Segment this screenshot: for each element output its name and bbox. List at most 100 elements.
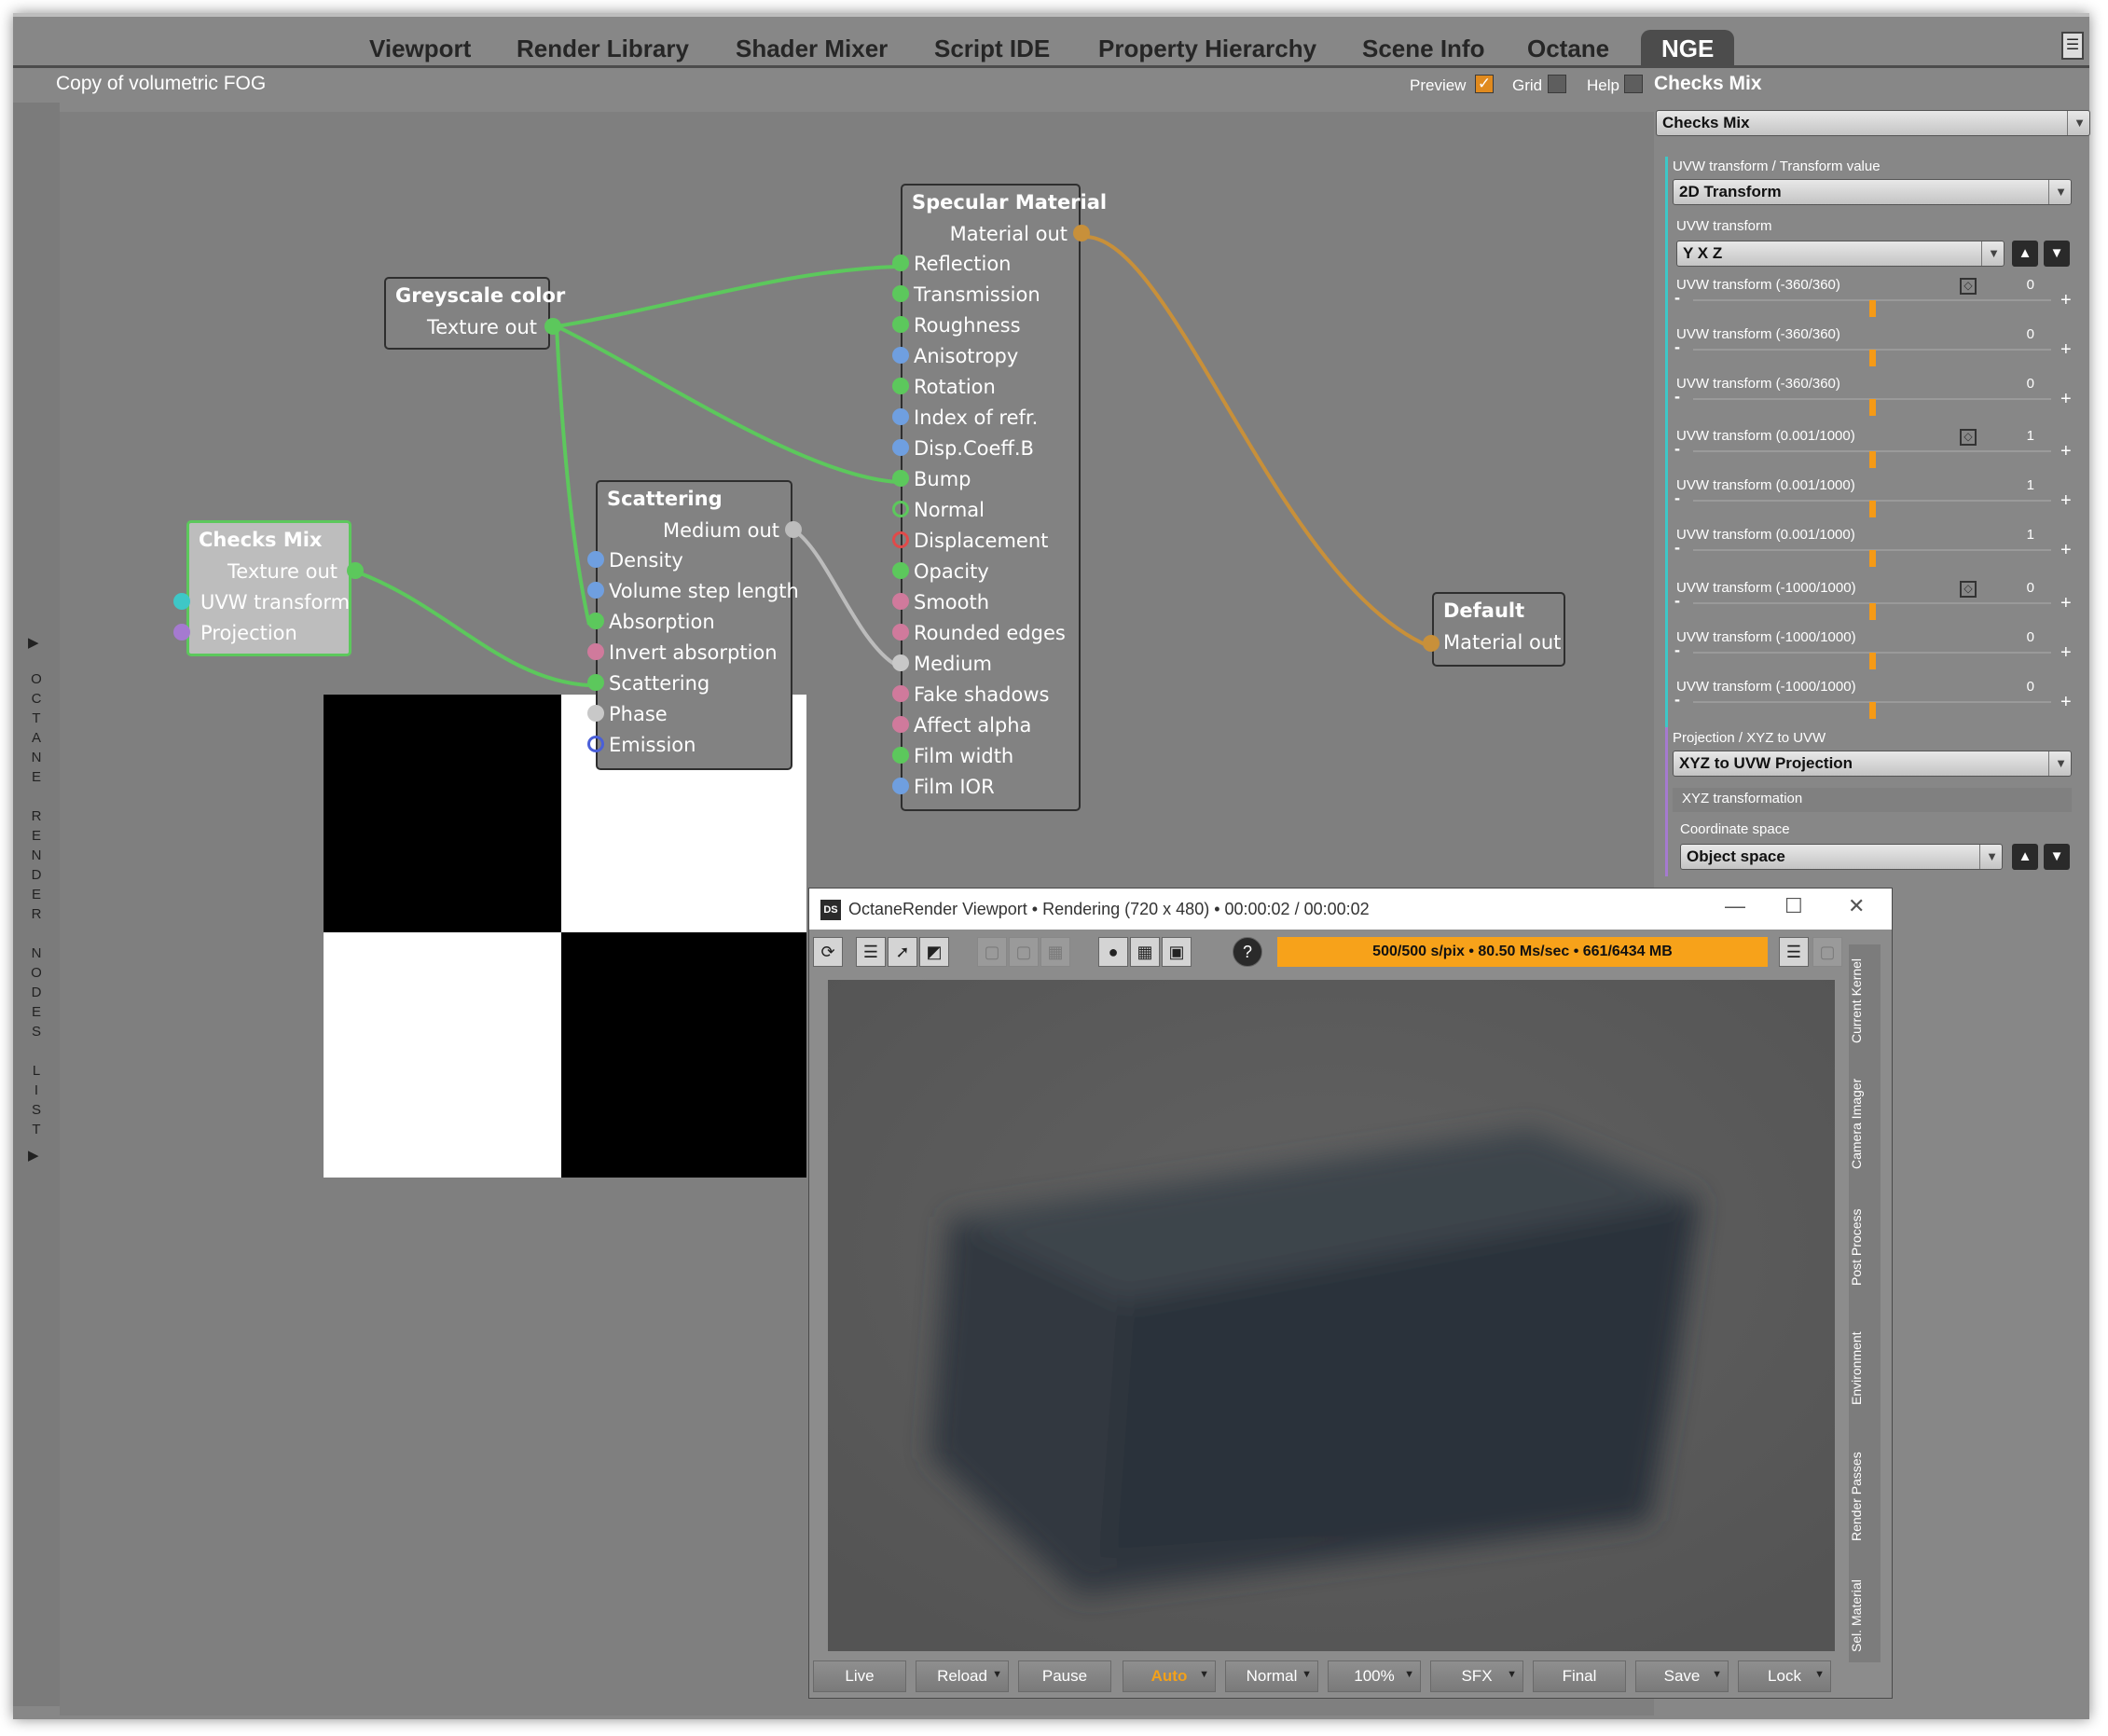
list-play-icon[interactable]: ☰ (856, 937, 886, 967)
tab-nge[interactable]: NGE (1641, 30, 1735, 67)
tab-viewport[interactable]: Viewport (369, 30, 471, 67)
node-greyscale-color[interactable]: Greyscale color Texture out (384, 277, 565, 350)
keyframe-icon[interactable]: ◇ (1960, 278, 1977, 295)
dropdown-arrow-icon[interactable]: ▼ (992, 1660, 1002, 1689)
decrement-button[interactable]: - (1674, 641, 1680, 660)
window-titlebar[interactable]: DS OctaneRender Viewport • Rendering (72… (809, 889, 1892, 930)
increment-button[interactable]: + (2060, 339, 2072, 361)
input-pin[interactable] (587, 582, 604, 599)
viewport-button-7[interactable]: Final (1533, 1660, 1626, 1692)
tab-octane[interactable]: Octane (1527, 30, 1609, 67)
param-slider-thumb[interactable] (1869, 451, 1876, 468)
side-tab-5[interactable]: Sel. Material (1849, 1569, 1881, 1662)
decrement-button[interactable]: - (1674, 538, 1680, 558)
param-slider-thumb[interactable] (1869, 300, 1876, 317)
input-pin[interactable] (892, 470, 909, 487)
side-tab-3[interactable]: Environment (1849, 1313, 1881, 1425)
increment-button[interactable]: + (2060, 441, 2072, 462)
keyframe-icon[interactable]: ◇ (1960, 429, 1977, 446)
dropdown-arrow-icon[interactable]: ▼ (1404, 1660, 1414, 1689)
dropdown-arrow-icon[interactable]: ▼ (1199, 1660, 1209, 1689)
viewport-button-4[interactable]: Normal ▼ (1225, 1660, 1318, 1692)
param-slider-thumb[interactable] (1869, 702, 1876, 719)
input-pin[interactable] (587, 674, 604, 691)
viewport-button-1[interactable]: Reload ▼ (916, 1660, 1009, 1692)
param-slider-thumb[interactable] (1869, 399, 1876, 416)
node-selector-dropdown[interactable]: Checks Mix ▼ (1656, 110, 2090, 136)
side-tab-4[interactable]: Render Passes (1849, 1434, 1881, 1560)
increment-button[interactable]: + (2060, 490, 2072, 512)
param-value[interactable]: 0 (1997, 277, 2034, 293)
grid-checkbox[interactable] (1548, 75, 1566, 93)
dropdown-arrow-icon[interactable]: ▼ (1712, 1660, 1722, 1689)
coordinate-space-dropdown[interactable]: Object space ▼ (1680, 844, 2003, 870)
increment-button[interactable]: + (2060, 642, 2072, 664)
input-pin[interactable] (892, 716, 909, 733)
decrement-button[interactable]: - (1674, 591, 1680, 611)
decrement-button[interactable]: - (1674, 387, 1680, 406)
input-pin[interactable] (892, 654, 909, 671)
expand-arrow-icon[interactable]: ▶ (28, 1147, 39, 1164)
node-checks-mix[interactable]: Checks Mix Texture out UVW transform Pro… (173, 520, 364, 656)
move-up-button[interactable]: ▲ (2012, 241, 2038, 267)
keyframe-icon[interactable]: ◇ (1960, 581, 1977, 598)
param-value[interactable]: 0 (1997, 580, 2034, 596)
tab-property-hierarchy[interactable]: Property Hierarchy (1098, 30, 1316, 67)
move-down-button[interactable]: ▼ (2044, 844, 2070, 870)
param-value[interactable]: 1 (1997, 428, 2034, 444)
node-specular-material[interactable]: Specular Material Material out Reflectio… (892, 184, 1107, 811)
render-viewport-window[interactable]: DS OctaneRender Viewport • Rendering (72… (808, 888, 1893, 1699)
input-pin[interactable] (892, 408, 909, 425)
node-scattering[interactable]: Scattering Medium out Density Volume step… (587, 480, 802, 770)
input-pin[interactable] (587, 551, 604, 568)
input-pin[interactable] (173, 624, 190, 641)
param-value[interactable]: 0 (1997, 326, 2034, 342)
preview-checkbox[interactable]: ✓ (1475, 75, 1494, 93)
tab-render-library[interactable]: Render Library (517, 30, 689, 67)
param-slider-thumb[interactable] (1869, 653, 1876, 669)
viewport-button-3[interactable]: Auto ▼ (1123, 1660, 1216, 1692)
restart-icon[interactable]: ⟳ (813, 937, 843, 967)
circle-icon[interactable]: ● (1098, 937, 1128, 967)
input-pin[interactable] (892, 347, 909, 364)
input-pin[interactable] (892, 562, 909, 579)
param-slider-thumb[interactable] (1869, 350, 1876, 366)
increment-button[interactable]: + (2060, 540, 2072, 561)
nodes-list-sidebar[interactable]: ▶ OCTANE RENDER NODES LIST ▶ (13, 103, 60, 1706)
input-pin[interactable] (587, 613, 604, 629)
viewport-button-8[interactable]: Save ▼ (1635, 1660, 1729, 1692)
dropdown-arrow-icon[interactable]: ▼ (1814, 1660, 1825, 1689)
input-pin[interactable] (892, 501, 909, 517)
decrement-button[interactable]: - (1674, 288, 1680, 308)
image-icon[interactable]: ▣ (1162, 937, 1192, 967)
increment-button[interactable]: + (2060, 593, 2072, 614)
decrement-button[interactable]: - (1674, 489, 1680, 508)
input-pin[interactable] (892, 593, 909, 610)
input-pin[interactable] (587, 643, 604, 660)
increment-button[interactable]: + (2060, 389, 2072, 410)
input-pin[interactable] (892, 316, 909, 333)
viewport-button-5[interactable]: 100% ▼ (1328, 1660, 1421, 1692)
input-pin[interactable] (892, 624, 909, 641)
expand-arrow-icon[interactable]: ▶ (28, 634, 39, 651)
panel-menu-icon[interactable]: ☰ (2061, 32, 2084, 60)
param-value[interactable]: 0 (1997, 376, 2034, 392)
pick-icon[interactable]: ➚ (888, 937, 917, 967)
tab-scene-info[interactable]: Scene Info (1362, 30, 1484, 67)
input-pin[interactable] (173, 593, 190, 610)
render-output[interactable] (828, 980, 1835, 1651)
decrement-button[interactable]: - (1674, 690, 1680, 710)
maximize-icon[interactable]: ☐ (1784, 894, 1803, 918)
output-pin[interactable] (347, 562, 364, 579)
param-value[interactable]: 1 (1997, 477, 2034, 493)
grid-icon[interactable]: ▦ (1130, 937, 1160, 967)
decrement-button[interactable]: - (1674, 338, 1680, 357)
param-slider-thumb[interactable] (1869, 501, 1876, 517)
increment-button[interactable]: + (2060, 290, 2072, 311)
viewport-button-6[interactable]: SFX ▼ (1430, 1660, 1523, 1692)
input-pin[interactable] (892, 255, 909, 271)
settings-list-icon[interactable]: ☰ (1779, 937, 1809, 967)
input-pin[interactable] (1423, 635, 1440, 652)
increment-button[interactable]: + (2060, 692, 2072, 713)
input-pin[interactable] (892, 747, 909, 764)
